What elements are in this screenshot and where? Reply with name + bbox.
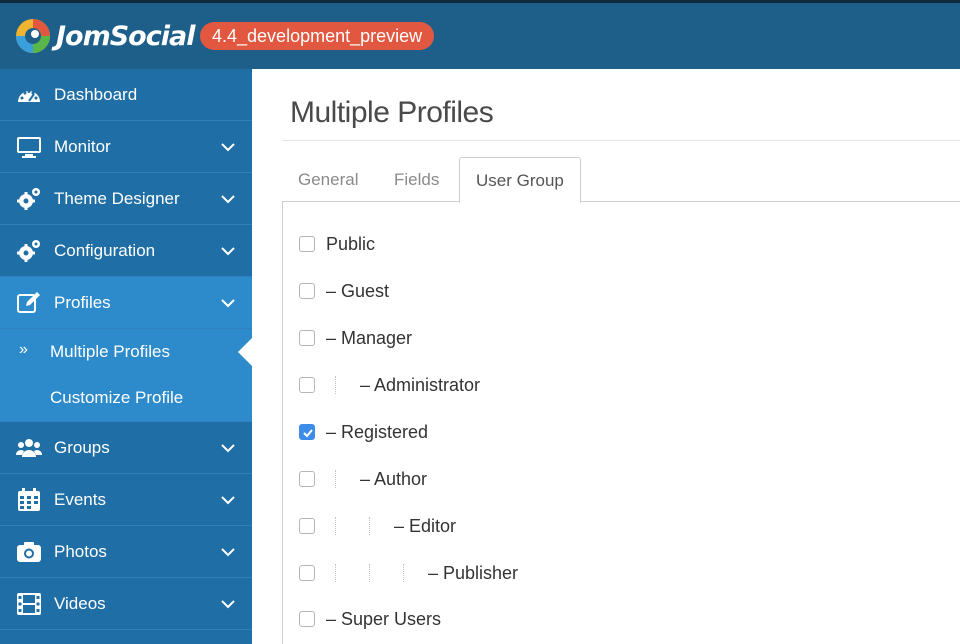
sidebar-item-label: Monitor — [54, 136, 111, 156]
tree-indent-guide — [369, 517, 370, 535]
edit-icon — [17, 292, 40, 313]
tab-fields[interactable]: Fields — [394, 157, 439, 202]
user-group-label: – Super Users — [326, 609, 442, 629]
sidebar-item-label: Theme Designer — [54, 188, 180, 208]
sidebar-item-label: Configuration — [54, 240, 156, 260]
sidebar-item-label: Dashboard — [54, 84, 138, 104]
camera-icon — [17, 542, 41, 562]
tree-indent-guide — [335, 470, 336, 488]
user-group-label: Public — [326, 234, 376, 254]
sidebar-item-label: Photos — [54, 541, 107, 561]
title-divider — [282, 140, 960, 141]
sidebar-item-groups[interactable]: Groups — [0, 422, 252, 474]
sidebar-item-configuration[interactable]: Configuration — [0, 225, 252, 277]
user-group-checkbox[interactable] — [299, 565, 315, 581]
user-group-label: – Guest — [326, 281, 390, 301]
top-bar: JomSocial 4.4_development_preview — [0, 0, 960, 69]
sidebar-item-label: Profiles — [54, 292, 111, 312]
user-group-checkbox[interactable] — [299, 377, 315, 393]
user-group-checkbox[interactable] — [299, 283, 315, 299]
sidebar-item-dashboard[interactable]: Dashboard — [0, 69, 252, 121]
chevron-down-icon — [221, 548, 235, 557]
chevron-down-icon — [221, 247, 235, 256]
sidebar-item-label: Videos — [54, 593, 106, 613]
user-group-label: – Administrator — [360, 375, 481, 395]
sidebar-item-theme-designer[interactable]: Theme Designer — [0, 173, 252, 225]
tree-indent-guide — [335, 376, 336, 394]
active-pointer — [238, 338, 252, 366]
tree-indent-guide — [403, 564, 404, 582]
user-group-checkbox[interactable] — [299, 471, 315, 487]
monitor-icon — [17, 137, 41, 158]
film-icon — [17, 593, 41, 615]
double-chevron-right-icon: » — [19, 341, 28, 358]
tab-general[interactable]: General — [298, 157, 358, 202]
profiles-submenu: » Multiple Profiles Customize Profile — [0, 329, 252, 422]
user-group-checkbox[interactable] — [299, 611, 315, 627]
user-group-panel: Public – Guest – Manager – Administrator… — [282, 202, 960, 644]
checkmark-icon — [303, 429, 313, 438]
chevron-down-icon — [221, 496, 235, 505]
chevron-down-icon — [221, 195, 235, 204]
tree-indent-guide — [335, 517, 336, 535]
user-group-label: – Manager — [326, 328, 413, 348]
chevron-down-icon — [221, 143, 235, 152]
chevron-down-icon — [221, 444, 235, 453]
version-badge: 4.4_development_preview — [200, 22, 435, 50]
submenu-item-label: Multiple Profiles — [50, 342, 170, 361]
sidebar-item-videos[interactable]: Videos — [0, 578, 252, 630]
tab-bar: General Fields User Group — [282, 157, 960, 203]
dashboard-icon — [18, 90, 40, 102]
user-group-label: – Editor — [394, 516, 457, 536]
gears-icon — [17, 240, 40, 262]
user-group-label: – Author — [360, 469, 428, 489]
main-content: Multiple Profiles General Fields User Gr… — [252, 69, 960, 644]
chevron-down-icon — [221, 600, 235, 609]
calendar-icon — [18, 488, 40, 511]
submenu-item-multiple-profiles[interactable]: » Multiple Profiles — [0, 329, 252, 375]
sidebar-item-label: Groups — [54, 437, 110, 457]
users-icon — [16, 439, 42, 457]
sidebar-item-events[interactable]: Events — [0, 474, 252, 526]
user-group-checkbox[interactable] — [299, 330, 315, 346]
submenu-item-customize-profile[interactable]: Customize Profile — [0, 375, 252, 421]
logo-text: JomSocial — [56, 20, 195, 52]
user-group-checkbox[interactable] — [299, 518, 315, 534]
jomsocial-logo[interactable]: JomSocial — [14, 17, 195, 55]
user-group-label: – Publisher — [428, 563, 519, 583]
jomsocial-logo-icon — [16, 19, 50, 53]
sidebar: Dashboard Monitor Theme Designer Configu… — [0, 69, 252, 644]
sidebar-item-profiles[interactable]: Profiles — [0, 277, 252, 329]
user-group-checkbox[interactable] — [299, 236, 315, 252]
user-group-label: – Registered — [326, 422, 429, 442]
sidebar-item-photos[interactable]: Photos — [0, 526, 252, 578]
tree-indent-guide — [369, 564, 370, 582]
chevron-down-icon — [221, 299, 235, 308]
sidebar-item-monitor[interactable]: Monitor — [0, 121, 252, 173]
user-group-checkbox-checked[interactable] — [299, 424, 315, 440]
tab-user-group[interactable]: User Group — [459, 157, 581, 203]
gears-icon — [17, 188, 40, 210]
sidebar-item-label: Events — [54, 489, 106, 509]
tree-indent-guide — [335, 564, 336, 582]
page-title: Multiple Profiles — [290, 96, 494, 129]
submenu-item-label: Customize Profile — [50, 388, 184, 407]
